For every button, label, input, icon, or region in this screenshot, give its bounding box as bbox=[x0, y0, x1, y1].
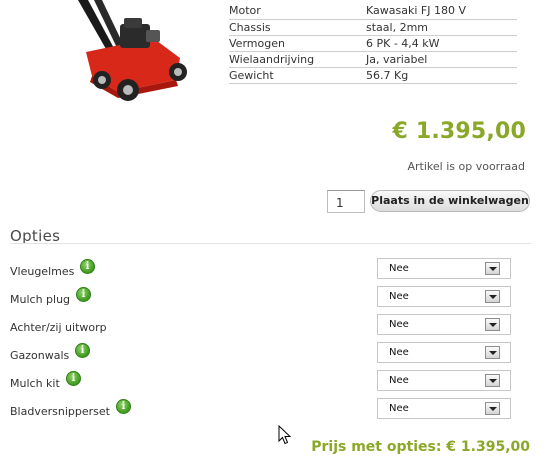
info-icon[interactable]: i bbox=[76, 287, 91, 302]
spec-row: Motor Kawasaki FJ 180 V bbox=[229, 3, 517, 20]
option-select[interactable]: Nee bbox=[377, 398, 511, 419]
option-label: Bladversnipperset bbox=[10, 405, 110, 418]
info-icon[interactable]: i bbox=[75, 343, 90, 358]
option-label: Vleugelmes bbox=[10, 265, 75, 278]
chevron-down-icon[interactable] bbox=[485, 374, 500, 387]
spec-row: Wielaandrijving Ja, variabel bbox=[229, 51, 517, 68]
option-select[interactable]: Nee bbox=[377, 286, 511, 307]
option-select-value: Nee bbox=[389, 403, 409, 414]
option-label: Mulch plug bbox=[10, 293, 71, 306]
total-price-with-options: Prijs met opties: € 1.395,00 bbox=[311, 439, 530, 455]
spec-value: staal, 2mm bbox=[366, 19, 517, 36]
product-price: € 1.395,00 bbox=[392, 119, 526, 144]
option-select[interactable]: Nee bbox=[377, 370, 511, 391]
spec-value: 56.7 Kg bbox=[366, 67, 517, 84]
mouse-pointer-icon bbox=[278, 425, 292, 445]
spec-value: Ja, variabel bbox=[366, 51, 517, 68]
chevron-down-icon[interactable] bbox=[485, 402, 500, 415]
spec-value: 6 PK - 4,4 kW bbox=[366, 35, 517, 52]
info-icon[interactable]: i bbox=[116, 399, 131, 414]
option-select[interactable]: Nee bbox=[377, 258, 511, 279]
spec-label: Chassis bbox=[229, 19, 366, 36]
specifications-table: Motor Kawasaki FJ 180 V Chassis staal, 2mm V… bbox=[229, 3, 517, 84]
spec-label: Motor bbox=[229, 3, 366, 20]
option-select-value: Nee bbox=[389, 375, 409, 386]
options-divider bbox=[10, 243, 531, 244]
spec-row: Chassis staal, 2mm bbox=[229, 19, 517, 36]
option-select-value: Nee bbox=[389, 263, 409, 274]
stock-status: Artikel is op voorraad bbox=[407, 160, 526, 173]
lawnmower-product-image bbox=[78, 0, 187, 101]
option-label: Achter/zij uitworp bbox=[10, 321, 107, 334]
spec-label: Vermogen bbox=[229, 35, 366, 52]
info-icon[interactable]: i bbox=[80, 259, 95, 274]
option-select-value: Nee bbox=[389, 319, 409, 330]
quantity-input[interactable]: 1 bbox=[327, 190, 365, 213]
add-to-cart-button[interactable]: Plaats in de winkelwagen bbox=[370, 190, 530, 212]
spec-value: Kawasaki FJ 180 V bbox=[366, 3, 517, 20]
option-select-value: Nee bbox=[389, 347, 409, 358]
spec-row: Vermogen 6 PK - 4,4 kW bbox=[229, 35, 517, 52]
option-label: Mulch kit bbox=[10, 377, 60, 390]
spec-label: Gewicht bbox=[229, 67, 366, 84]
chevron-down-icon[interactable] bbox=[485, 346, 500, 359]
option-label: Gazonwals bbox=[10, 349, 70, 362]
chevron-down-icon[interactable] bbox=[485, 290, 500, 303]
chevron-down-icon[interactable] bbox=[485, 318, 500, 331]
option-select-value: Nee bbox=[389, 291, 409, 302]
option-select[interactable]: Nee bbox=[377, 342, 511, 363]
option-select[interactable]: Nee bbox=[377, 314, 511, 335]
spec-row: Gewicht 56.7 Kg bbox=[229, 67, 517, 84]
spec-label: Wielaandrijving bbox=[229, 51, 366, 68]
chevron-down-icon[interactable] bbox=[485, 262, 500, 275]
info-icon[interactable]: i bbox=[66, 371, 81, 386]
